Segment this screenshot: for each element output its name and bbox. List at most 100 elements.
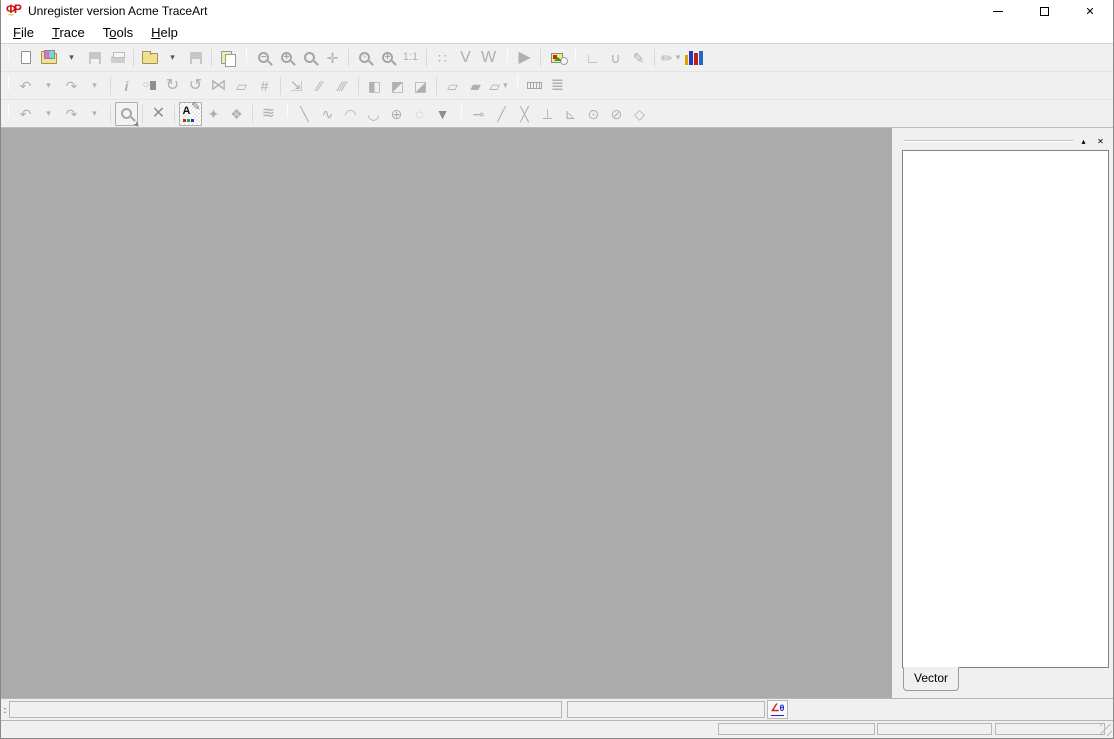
edit-polyline-button[interactable]: ∿ [316,102,339,126]
raster-undo-dropdown[interactable]: ▾ [37,74,60,98]
resample-button[interactable]: ⇲ [285,74,308,98]
add-arc-button[interactable]: ◠ [339,102,362,126]
view-inspect-button[interactable]: ➤ [115,101,143,130]
layers-button[interactable]: ≋ [257,102,280,126]
menu-help[interactable]: Help [142,23,187,43]
erase-tool-button[interactable]: ▱ ▾ [487,74,510,98]
snap-corner-button[interactable]: ∟ [581,46,604,70]
minimize-button[interactable] [975,0,1021,22]
brush-button[interactable]: ✏ ▾ [659,46,682,70]
open-image-dropdown[interactable]: ▾ [60,46,83,70]
open-image-button[interactable] [37,46,60,70]
select-ellipse-button[interactable]: ◌ [408,102,431,126]
trace-run-button[interactable]: ▶ [513,46,536,70]
raster-redo-button[interactable]: ↷ [60,74,83,98]
snap-magnet-button[interactable]: ∪ [604,46,627,70]
measure-button[interactable] [523,74,546,98]
toolbar-drag-handle[interactable] [8,75,9,90]
toolbar-drag-handle[interactable] [575,47,576,62]
view-vector-button[interactable]: V [454,46,477,70]
menu-file[interactable]: File [4,23,43,43]
save-project-button[interactable] [184,46,207,70]
snap-pin-button[interactable]: ✎ [627,46,650,70]
raster-undo-button[interactable]: ↶ [14,74,37,98]
zoom-all-button[interactable]: ◦ [353,46,376,70]
auto-color-button[interactable]: A ✎ [179,101,202,126]
maximize-button[interactable] [1021,0,1067,22]
zoom-out-button[interactable]: − [252,46,275,70]
save-image-button[interactable] [83,46,106,70]
view-wireframe-button[interactable]: W [477,46,500,70]
image-info-button[interactable]: i [115,74,138,98]
zoom-1to1-button[interactable]: 1:1 [399,46,422,70]
panel-gripper[interactable] [904,140,1073,142]
panel-close-button[interactable]: ✕ [1094,135,1107,148]
separator [174,104,175,123]
rotate-180-button[interactable]: ↺ [184,74,207,98]
magic-wand-button[interactable]: ✦ [202,102,225,126]
snap-tangent-button[interactable]: ⊘ [605,102,628,126]
close-button[interactable]: ✕ [1067,0,1113,22]
fill-holes-button[interactable]: ◧ [363,74,386,98]
fill-area-button[interactable]: ◩ [386,74,409,98]
menu-tools[interactable]: Tools [94,23,142,43]
vector-list-area[interactable] [902,150,1109,668]
panel-collapse-button[interactable]: ▴ [1077,135,1090,148]
delete-selection-button[interactable]: ✕ [147,102,170,126]
erase-speckles-button[interactable]: ▱ [441,74,464,98]
vector-redo-button[interactable]: ↷ [60,102,83,126]
erase-area-button[interactable]: ▰ [464,74,487,98]
copy-clipboard-button[interactable] [216,46,239,70]
snap-intersection-button[interactable]: ╳ [513,102,536,126]
toolbar-drag-handle[interactable] [8,103,9,118]
zoom-window-button[interactable] [298,46,321,70]
open-project-button[interactable] [138,46,161,70]
snap-center-button[interactable]: ⊙ [582,102,605,126]
binarize-button[interactable]: ○ [138,74,161,98]
help-library-button[interactable] [682,46,705,70]
toolbar-drag-handle[interactable] [287,103,288,118]
add-circle-button[interactable]: ⊕ [385,102,408,126]
snap-endpoint-button[interactable]: ⊸ [467,102,490,126]
tab-vector[interactable]: Vector [903,667,960,691]
image-canvas[interactable] [1,128,892,698]
snap-perpendicular-button[interactable]: ⊥ [536,102,559,126]
menu-trace[interactable]: Trace [43,23,94,43]
log-window-button[interactable]: ≣ [546,74,569,98]
vector-undo-dropdown[interactable]: ▾ [37,102,60,126]
fill-polygon-button[interactable]: ▼ [431,102,454,126]
node-edit-button[interactable]: ❖ [225,102,248,126]
open-project-dropdown[interactable]: ▾ [161,46,184,70]
vector-redo-dropdown[interactable]: ▾ [83,102,106,126]
snap-segment-button[interactable]: ╱ [490,102,513,126]
snap-quadrant-button[interactable]: ◇ [628,102,651,126]
redo-icon: ↷ [65,105,78,122]
flip-horizontal-button[interactable]: ⋈ [207,74,230,98]
new-image-button[interactable] [14,46,37,70]
print-button[interactable] [106,46,129,70]
trace-options-button[interactable] [545,46,568,70]
toolbar-drag-handle[interactable] [8,47,9,62]
snap-angle-button[interactable]: ⊾ [559,102,582,126]
toolbar-drag-handle[interactable] [246,47,247,62]
toolbar-drag-handle[interactable] [517,75,518,90]
zoom-pixel-button[interactable]: + [376,46,399,70]
toolbar-drag-handle[interactable] [507,47,508,62]
undo-icon: ↶ [19,77,32,94]
raster-redo-dropdown[interactable]: ▾ [83,74,106,98]
toolbar-drag-handle[interactable] [461,103,462,118]
show-grid-button[interactable]: ∷ [431,46,454,70]
angle-mode-button[interactable]: ∠θ [767,700,788,719]
vector-undo-button[interactable]: ↶ [14,102,37,126]
crop-button[interactable]: # [253,74,276,98]
remove-hatch-button[interactable]: ∕∕ [308,74,331,98]
fill-color-button[interactable]: ◪ [409,74,432,98]
remove-hatch-dense-button[interactable]: ∕∕∕ [331,74,354,98]
pan-button[interactable]: ✛ [321,46,344,70]
rotate-button[interactable]: ↻ [161,74,184,98]
zoom-in-button[interactable]: + [275,46,298,70]
draw-line-button[interactable]: ╲ [293,102,316,126]
skew-button[interactable]: ▱ [230,74,253,98]
delete-curve-button[interactable]: ◡ [362,102,385,126]
resize-grip[interactable] [1100,724,1112,736]
